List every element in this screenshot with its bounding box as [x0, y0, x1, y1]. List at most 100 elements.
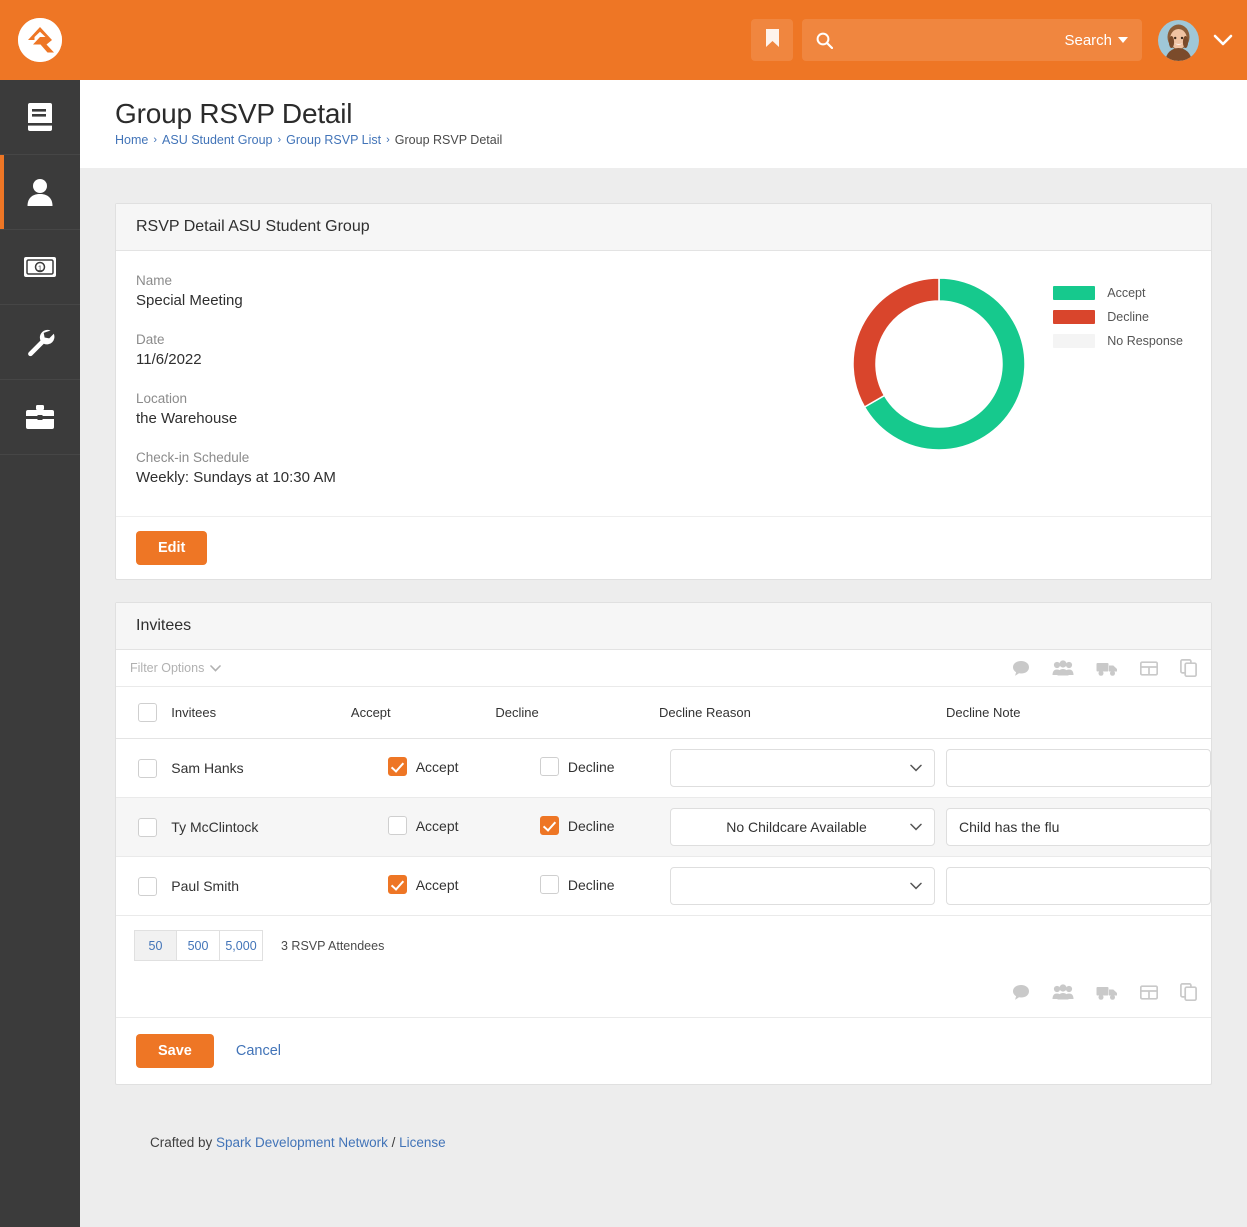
- chevron-down-icon: [910, 882, 922, 890]
- accept-cell: Accept: [350, 797, 496, 857]
- comment-icon[interactable]: [1012, 660, 1030, 677]
- page-size-50[interactable]: 50: [134, 930, 177, 961]
- decline-checkbox-box[interactable]: [539, 757, 559, 776]
- invitee-name: Ty McClintock: [171, 797, 351, 857]
- invitees-grid-body: Sam Hanks Accept Decline Ty McClintock A…: [116, 738, 1211, 916]
- accept-checkbox-label: Accept: [415, 817, 459, 834]
- accept-checkbox-box[interactable]: [387, 816, 407, 835]
- search-scope-dropdown[interactable]: Search: [1064, 32, 1128, 49]
- logo-container[interactable]: [0, 0, 80, 80]
- group-people-icon[interactable]: [1052, 659, 1074, 677]
- copy-icon[interactable]: [1180, 983, 1197, 1001]
- invitee-name: Sam Hanks: [171, 738, 351, 798]
- decline-checkbox-row-2[interactable]: Decline: [539, 875, 615, 894]
- page-size-500[interactable]: 500: [177, 930, 220, 961]
- user-menu-chevron-down-icon[interactable]: [1213, 34, 1233, 47]
- row-select-checkbox[interactable]: [138, 876, 157, 896]
- footer-link-license[interactable]: License: [399, 1135, 446, 1150]
- row-select-checkbox[interactable]: [138, 758, 157, 778]
- breadcrumb-separator-icon: ›: [386, 134, 390, 146]
- decline-checkbox-row-0[interactable]: Decline: [539, 757, 615, 776]
- sidebar-item-people[interactable]: [0, 155, 80, 230]
- caret-down-icon: [1118, 37, 1128, 43]
- legend-item-decline: Decline: [1053, 310, 1183, 324]
- page-header: Group RSVP Detail Home › ASU Student Gro…: [80, 80, 1247, 168]
- search-box[interactable]: Search: [802, 19, 1142, 61]
- breadcrumb: Home › ASU Student Group › Group RSVP Li…: [115, 133, 1247, 147]
- accept-checkbox-box[interactable]: [387, 757, 407, 776]
- legend-item-no-response: No Response: [1053, 334, 1183, 348]
- decline-reason-cell: [659, 856, 946, 916]
- legend-label-accept: Accept: [1107, 286, 1146, 300]
- edit-button[interactable]: Edit: [136, 531, 208, 565]
- decline-reason-select-row-2[interactable]: [670, 867, 936, 905]
- invitees-panel: Invitees Filter Options Invitees Accept …: [115, 602, 1212, 1085]
- breadcrumb-current: Group RSVP Detail: [394, 133, 503, 147]
- accept-checkbox-label: Accept: [415, 758, 459, 775]
- cancel-button[interactable]: Cancel: [226, 1034, 291, 1068]
- decline-checkbox-box[interactable]: [539, 816, 559, 835]
- decline-checkbox-box[interactable]: [539, 875, 559, 894]
- column-header-decline: Decline: [495, 687, 660, 739]
- bookmark-button[interactable]: [751, 19, 793, 61]
- sidebar-item-tools[interactable]: [0, 380, 80, 455]
- page-size-selector: 50 500 5,000: [134, 930, 263, 961]
- sidebar-item-admin[interactable]: [0, 305, 80, 380]
- accept-cell: Accept: [350, 856, 496, 916]
- decline-note-input-row-2[interactable]: [946, 867, 1211, 905]
- grid-filter-bar: Filter Options: [116, 650, 1211, 687]
- decline-checkbox-row-1[interactable]: Decline: [539, 816, 615, 835]
- breadcrumb-link-home[interactable]: Home: [115, 133, 148, 147]
- footer-link-spark[interactable]: Spark Development Network: [216, 1135, 388, 1150]
- select-all-checkbox[interactable]: [138, 703, 157, 722]
- decline-note-input-row-0[interactable]: [946, 749, 1211, 787]
- rsvp-detail-panel: RSVP Detail ASU Student Group Name Speci…: [115, 203, 1212, 580]
- topbar-right-group: Search: [751, 19, 1247, 61]
- field-date-label: Date: [136, 332, 165, 347]
- sidebar-item-finance[interactable]: 1: [0, 230, 80, 305]
- field-date: Date 11/6/2022: [136, 332, 696, 368]
- field-name-value: Special Meeting: [136, 292, 243, 309]
- decline-cell: Decline: [495, 797, 660, 857]
- field-name: Name Special Meeting: [136, 273, 696, 309]
- accept-checkbox-row-2[interactable]: Accept: [387, 875, 459, 894]
- grid-footer: 50 500 5,000 3 RSVP Attendees: [116, 916, 1211, 975]
- excel-table-icon[interactable]: [1140, 660, 1158, 677]
- rsvp-detail-panel-title: RSVP Detail ASU Student Group: [116, 204, 1211, 251]
- accept-checkbox-row-0[interactable]: Accept: [387, 757, 459, 776]
- table-row: Ty McClintock Accept Decline No Childcar…: [116, 797, 1211, 857]
- excel-table-icon[interactable]: [1140, 984, 1158, 1001]
- accept-checkbox-box[interactable]: [387, 875, 407, 894]
- truck-icon[interactable]: [1096, 660, 1118, 677]
- rock-rms-logo[interactable]: [18, 18, 62, 62]
- search-input[interactable]: [841, 19, 1065, 61]
- bookmark-icon: [765, 28, 780, 53]
- row-select-checkbox[interactable]: [138, 817, 157, 837]
- page-size-5000[interactable]: 5,000: [220, 930, 263, 961]
- toolbox-icon: [25, 404, 55, 430]
- breadcrumb-link-rsvp-list[interactable]: Group RSVP List: [286, 133, 381, 147]
- legend-item-accept: Accept: [1053, 286, 1183, 300]
- truck-icon[interactable]: [1096, 984, 1118, 1001]
- copy-icon[interactable]: [1180, 659, 1197, 677]
- group-people-icon[interactable]: [1052, 983, 1074, 1001]
- breadcrumb-link-group[interactable]: ASU Student Group: [162, 133, 272, 147]
- decline-note-input-row-1[interactable]: [946, 808, 1211, 846]
- field-checkin-schedule-label: Check-in Schedule: [136, 450, 250, 465]
- save-button[interactable]: Save: [136, 1034, 214, 1068]
- filter-options-toggle[interactable]: Filter Options: [130, 661, 222, 675]
- sidebar-item-cms[interactable]: [0, 80, 80, 155]
- user-avatar[interactable]: [1158, 19, 1199, 61]
- column-header-decline-reason: Decline Reason: [659, 687, 946, 739]
- search-icon: [816, 32, 833, 49]
- decline-reason-select-row-1[interactable]: No Childcare Available: [670, 808, 936, 846]
- decline-checkbox-label: Decline: [567, 876, 615, 893]
- breadcrumb-separator-icon: ›: [277, 134, 282, 146]
- accept-checkbox-row-1[interactable]: Accept: [387, 816, 459, 835]
- invitees-grid: Invitees Accept Decline Decline Reason D…: [116, 687, 1211, 916]
- field-checkin-schedule-value: Weekly: Sundays at 10:30 AM: [136, 469, 336, 486]
- decline-reason-select-row-0[interactable]: [670, 749, 936, 787]
- comment-icon[interactable]: [1012, 984, 1030, 1001]
- column-header-invitees: Invitees: [171, 687, 351, 739]
- decline-reason-value: No Childcare Available: [726, 819, 867, 835]
